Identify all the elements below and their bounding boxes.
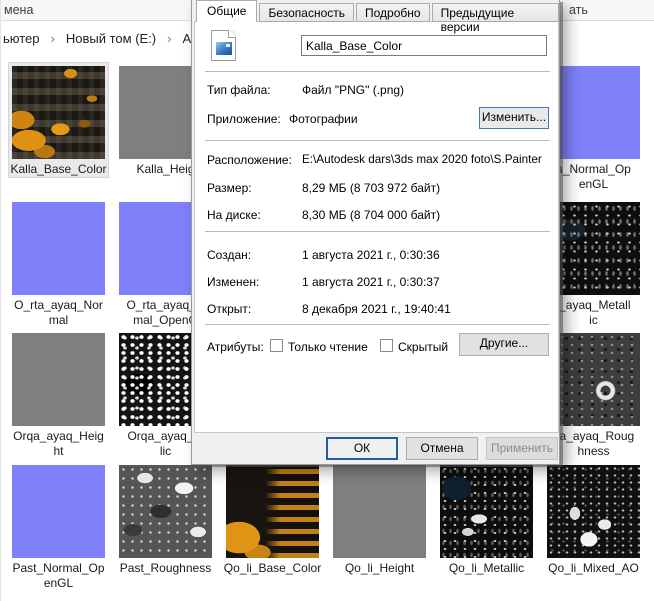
change-app-button[interactable]: Изменить... [479, 107, 549, 129]
file-name-label: Past_Roughness [119, 561, 212, 575]
opened-value: 8 декабря 2021 г., 19:40:41 [302, 302, 451, 316]
file-properties-dialog: Общие Безопасность Подробно Предыдущие в… [191, 0, 560, 465]
separator [205, 140, 550, 141]
toolbar-partial-left[interactable]: мена [4, 3, 33, 17]
readonly-checkbox[interactable] [270, 339, 283, 352]
separator [205, 71, 550, 72]
ok-button[interactable]: ОК [326, 437, 398, 460]
breadcrumb-item-computer[interactable]: ьютер [3, 31, 40, 46]
file-tile[interactable]: O_rta_ayaq_Nor mal [9, 199, 108, 328]
file-thumbnail[interactable] [547, 66, 640, 159]
file-thumbnail[interactable] [12, 333, 105, 426]
photo-glyph [216, 42, 232, 55]
file-thumbnail[interactable] [547, 202, 640, 295]
file-name-label: Qo_li_Mixed_AO [548, 561, 639, 575]
file-type-label: Тип файла: [207, 83, 271, 97]
readonly-label: Только чтение [288, 340, 368, 354]
toolbar-partial-right[interactable]: ать [569, 3, 588, 17]
file-thumbnail[interactable] [12, 465, 105, 558]
apply-button[interactable]: Применить [486, 437, 558, 460]
hidden-checkbox[interactable] [380, 339, 393, 352]
app-value: Фотографии [289, 112, 358, 126]
file-tile[interactable]: Orqa_ayaq_Heig ht [9, 330, 108, 459]
window-left-border [0, 0, 1, 601]
file-thumbnail[interactable] [547, 333, 640, 426]
file-tile[interactable]: Qo_li_Metallic [437, 462, 536, 576]
general-tab-page: Тип файла: Файл "PNG" (.png) Приложение:… [194, 21, 559, 433]
tab-security[interactable]: Безопасность [259, 3, 355, 22]
size-row: Размер: 8,29 МБ (8 703 972 байт) [195, 181, 558, 197]
file-thumbnail[interactable] [12, 202, 105, 295]
file-thumbnail[interactable] [119, 465, 212, 558]
file-name-label: Qo_li_Metallic [448, 561, 525, 575]
tab-previous-versions[interactable]: Предыдущие версии [431, 3, 559, 34]
modified-value: 1 августа 2021 г., 0:30:37 [302, 275, 440, 289]
cancel-button[interactable]: Отмена [406, 437, 478, 460]
size-on-disk-row: На диске: 8,30 МБ (8 704 000 байт) [195, 208, 558, 224]
separator [205, 324, 550, 325]
file-name-input[interactable] [301, 35, 547, 56]
attributes-label: Атрибуты: [207, 340, 264, 354]
file-tile[interactable]: Kalla_Base_Color [8, 62, 109, 178]
separator [205, 231, 550, 232]
file-type-row: Тип файла: Файл "PNG" (.png) [195, 83, 558, 99]
created-label: Создан: [207, 248, 252, 262]
file-thumbnail[interactable] [440, 465, 533, 558]
dialog-tabbar: Общие Безопасность Подробно Предыдущие в… [196, 0, 559, 34]
tab-general[interactable]: Общие [196, 0, 258, 22]
file-tile[interactable]: Qo_li_Base_Color [223, 462, 322, 576]
file-tile[interactable]: Past_Normal_Op enGL [9, 462, 108, 591]
file-type-value: Файл "PNG" (.png) [302, 83, 405, 97]
chevron-right-icon: › [167, 30, 172, 46]
file-thumbnail[interactable] [333, 465, 426, 558]
file-name-label: Qo_li_Base_Color [223, 561, 322, 575]
tab-details[interactable]: Подробно [356, 3, 430, 22]
file-tile[interactable]: Qo_li_Height [330, 462, 429, 576]
breadcrumb-item-drive[interactable]: Новый том (E:) [66, 31, 156, 46]
opened-label: Открыт: [207, 302, 252, 316]
size-label: Размер: [207, 181, 252, 195]
file-thumbnail[interactable] [226, 465, 319, 558]
file-tile[interactable]: Past_Roughness [116, 462, 215, 576]
modified-row: Изменен: 1 августа 2021 г., 0:30:37 [195, 275, 558, 291]
file-tile[interactable]: Qo_li_Mixed_AO [544, 462, 643, 576]
modified-label: Изменен: [207, 275, 260, 289]
page-fold-icon [229, 30, 236, 37]
location-row: Расположение: E:\Autodesk dars\3ds max 2… [195, 153, 558, 169]
image-file-icon [211, 30, 236, 61]
created-row: Создан: 1 августа 2021 г., 0:30:36 [195, 248, 558, 264]
file-thumbnail[interactable] [547, 465, 640, 558]
file-name-label: O_rta_ayaq_Nor mal [14, 298, 103, 327]
location-label: Расположение: [207, 153, 292, 167]
app-label: Приложение: [207, 112, 281, 126]
file-name-label: Qo_li_Height [344, 561, 415, 575]
size-on-disk-value: 8,30 МБ (8 704 000 байт) [302, 208, 441, 222]
file-name-label: Kalla_Base_Color [10, 162, 107, 176]
created-value: 1 августа 2021 г., 0:30:36 [302, 248, 440, 262]
file-name-label: Orqa_ayaq_Heig ht [13, 429, 104, 458]
size-on-disk-label: На диске: [207, 208, 261, 222]
file-thumbnail[interactable] [12, 66, 105, 159]
other-attributes-button[interactable]: Другие... [459, 333, 549, 356]
chevron-right-icon: › [50, 30, 55, 46]
location-value: E:\Autodesk dars\3ds max 2020 foto\S.Pai… [302, 153, 542, 166]
size-value: 8,29 МБ (8 703 972 байт) [302, 181, 441, 195]
opened-row: Открыт: 8 декабря 2021 г., 19:40:41 [195, 302, 558, 318]
hidden-label: Скрытый [398, 340, 449, 354]
file-name-label: Past_Normal_Op enGL [12, 561, 105, 590]
